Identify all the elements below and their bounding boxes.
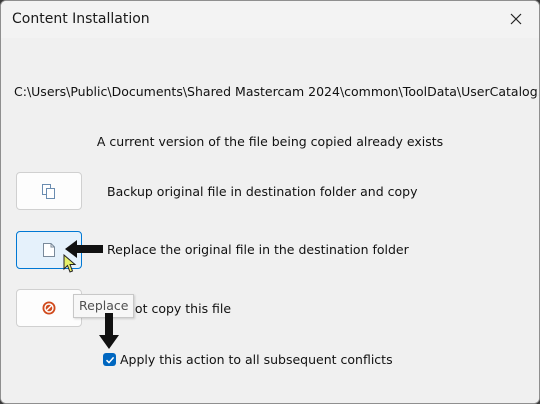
close-icon [510, 13, 522, 25]
apply-to-all-checkbox-row[interactable]: Apply this action to all subsequent conf… [103, 352, 393, 367]
mouse-cursor-icon [63, 254, 77, 273]
conflict-message: A current version of the file being copi… [96, 134, 444, 149]
apply-to-all-checkbox[interactable] [103, 353, 116, 366]
file-path: C:\Users\Public\Documents\Shared Masterc… [14, 84, 540, 99]
do-not-copy-option-label: not copy this file [127, 301, 232, 316]
apply-to-all-label: Apply this action to all subsequent conf… [120, 352, 393, 367]
backup-option-label: Backup original file in destination fold… [107, 184, 418, 199]
no-entry-icon [42, 301, 56, 315]
title-bar: Content Installation [1, 1, 539, 38]
content-installation-dialog: Content Installation C:\Users\Public\Doc… [0, 0, 540, 404]
close-button[interactable] [493, 1, 539, 37]
window-title: Content Installation [12, 11, 150, 27]
backup-and-copy-button[interactable] [16, 172, 82, 210]
document-icon [43, 243, 55, 257]
backup-copy-icon [42, 184, 55, 199]
down-arrow-icon [99, 313, 119, 349]
checkmark-icon [105, 356, 114, 364]
dialog-body: C:\Users\Public\Documents\Shared Masterc… [1, 38, 539, 403]
replace-option-label: Replace the original file in the destina… [107, 242, 409, 257]
